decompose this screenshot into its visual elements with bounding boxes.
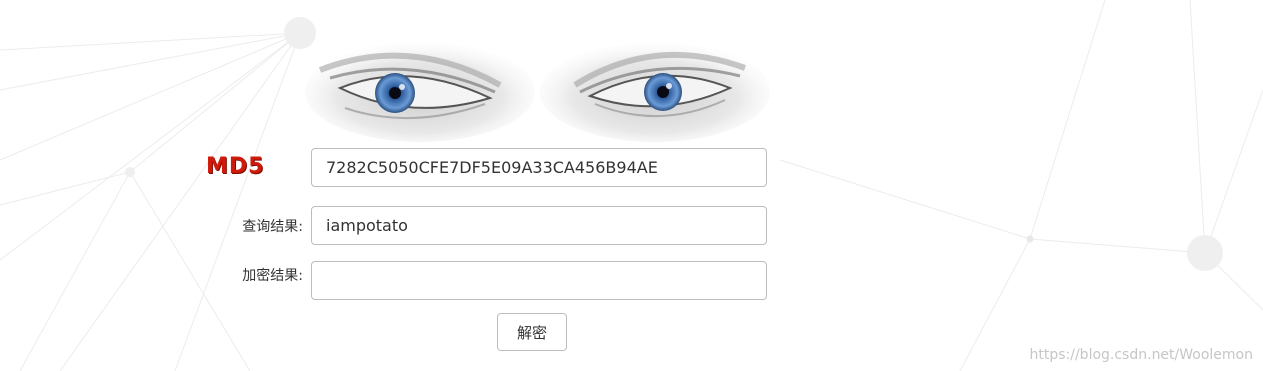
md5-input[interactable] — [311, 148, 767, 187]
query-result-label: 查询结果: — [242, 219, 303, 235]
decrypt-button[interactable]: 解密 — [497, 313, 567, 351]
md5-logo: MD5 — [206, 154, 265, 179]
query-result-field[interactable] — [311, 206, 767, 245]
encrypt-result-label: 加密结果: — [242, 268, 303, 284]
encrypt-result-field[interactable] — [311, 261, 767, 300]
watermark-text: https://blog.csdn.net/Woolemon — [1029, 347, 1254, 363]
eyes-banner-image — [305, 42, 770, 142]
